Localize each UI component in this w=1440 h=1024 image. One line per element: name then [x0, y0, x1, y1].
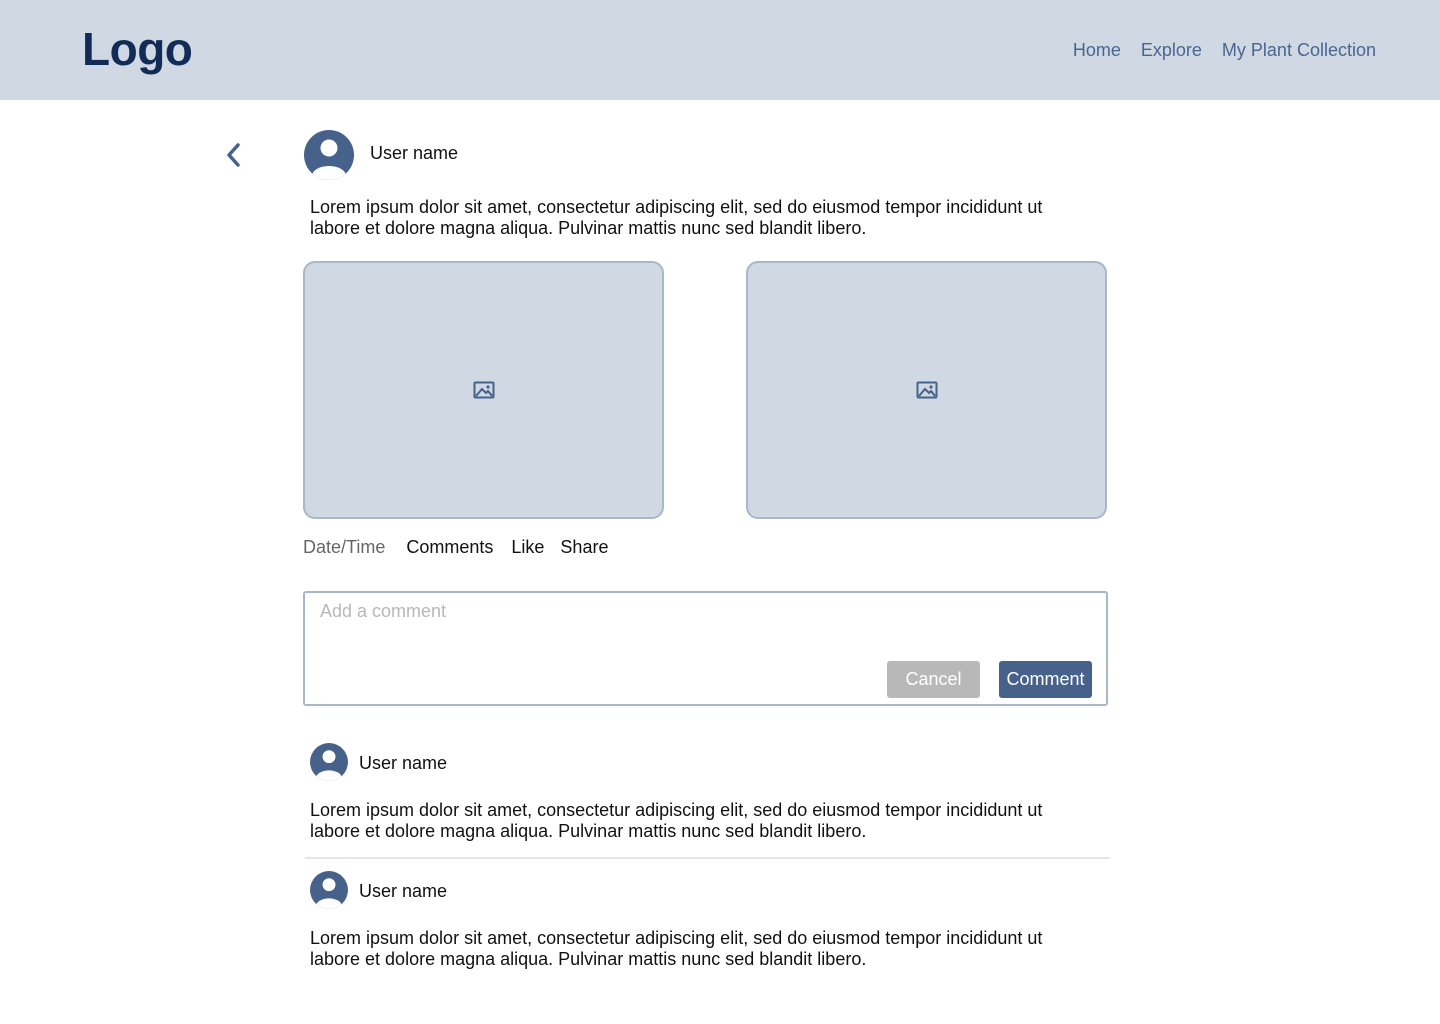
comments-link[interactable]: Comments: [406, 537, 493, 558]
post-text-line: labore et dolore magna aliqua. Pulvinar …: [310, 218, 867, 238]
comment-button[interactable]: Comment: [999, 661, 1092, 698]
post-image-2[interactable]: [746, 261, 1107, 519]
avatar-icon: [310, 743, 348, 781]
post-actions: Date/Time Comments Like Share: [303, 537, 626, 558]
comment-text: Lorem ipsum dolor sit amet, consectetur …: [310, 800, 1090, 842]
comment-text: Lorem ipsum dolor sit amet, consectetur …: [310, 928, 1090, 970]
nav-home[interactable]: Home: [1073, 40, 1121, 61]
avatar-icon: [310, 871, 348, 909]
post-user-name[interactable]: User name: [370, 143, 458, 164]
comment-text-line: labore et dolore magna aliqua. Pulvinar …: [310, 821, 867, 841]
comment-text-line: Lorem ipsum dolor sit amet, consectetur …: [310, 928, 1043, 948]
share-link[interactable]: Share: [560, 537, 608, 558]
image-placeholder-icon: [473, 381, 494, 399]
nav-explore[interactable]: Explore: [1141, 40, 1202, 61]
comment-user-name[interactable]: User name: [359, 881, 447, 902]
post-text-line: Lorem ipsum dolor sit amet, consectetur …: [310, 197, 1043, 217]
post-text: Lorem ipsum dolor sit amet, consectetur …: [310, 197, 1090, 239]
comment-user-name[interactable]: User name: [359, 753, 447, 774]
image-placeholder-icon: [916, 381, 937, 399]
avatar-icon: [304, 130, 354, 180]
comment-text-line: labore et dolore magna aliqua. Pulvinar …: [310, 949, 867, 969]
comment-placeholder: Add a comment: [320, 601, 447, 621]
post-image-1[interactable]: [303, 261, 664, 519]
back-chevron-icon[interactable]: [222, 140, 246, 170]
logo[interactable]: Logo: [82, 22, 193, 76]
post-date-time: Date/Time: [303, 537, 386, 557]
comment-text-line: Lorem ipsum dolor sit amet, consectetur …: [310, 800, 1043, 820]
cancel-button[interactable]: Cancel: [887, 661, 980, 698]
comment-divider: [305, 857, 1110, 859]
header: Logo Home Explore My Plant Collection: [0, 0, 1440, 100]
nav: Home Explore My Plant Collection: [1073, 40, 1376, 61]
like-link[interactable]: Like: [511, 537, 544, 558]
nav-my-plant-collection[interactable]: My Plant Collection: [1222, 40, 1376, 61]
comment-input[interactable]: Add a comment Cancel Comment: [303, 591, 1108, 706]
